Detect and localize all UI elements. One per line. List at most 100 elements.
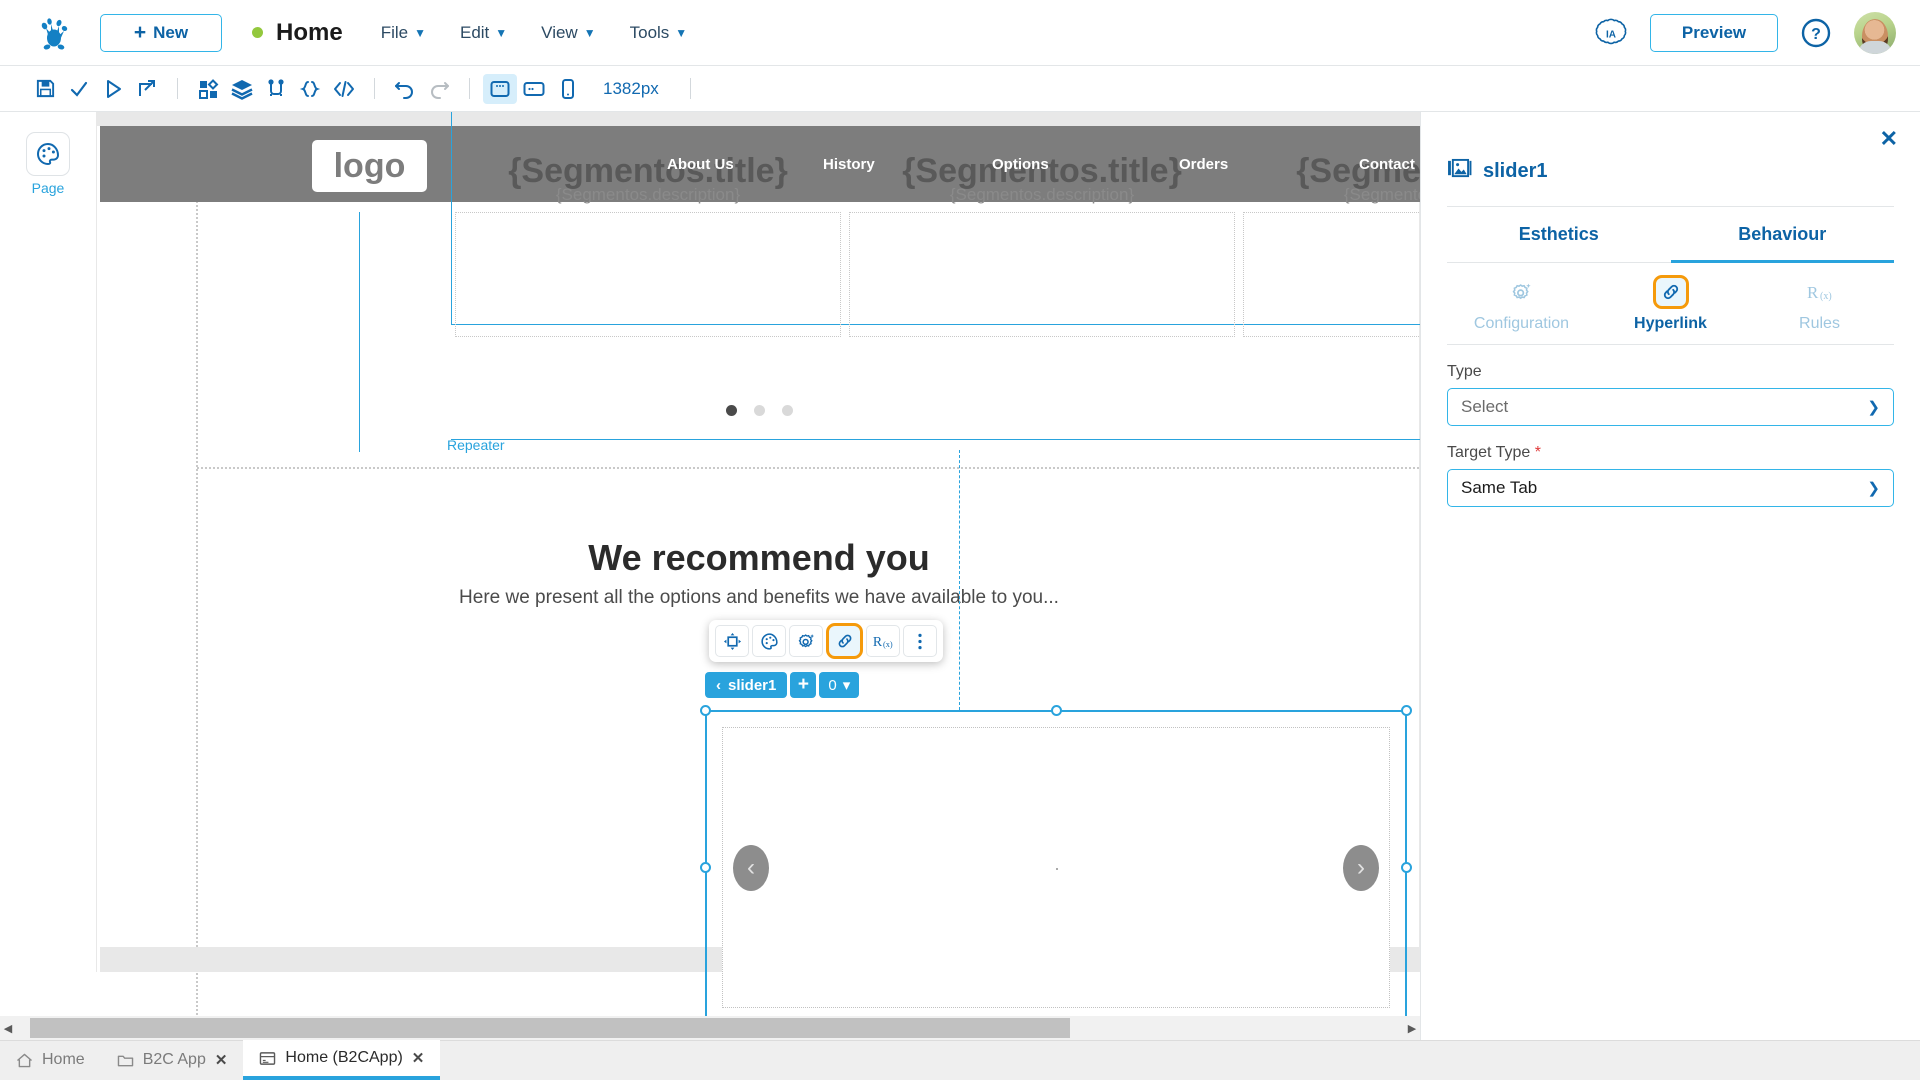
element-badge-label: slider1 (728, 676, 777, 694)
components-icon[interactable] (191, 74, 225, 104)
resize-handle-ne[interactable] (1401, 705, 1412, 716)
subtab-configuration[interactable]: Configuration (1447, 263, 1596, 344)
element-badge-index-value: 0 (828, 676, 837, 694)
move-resize-icon[interactable] (715, 625, 749, 657)
more-vertical-icon[interactable] (903, 625, 937, 657)
mobile-icon[interactable] (551, 74, 585, 104)
check-icon[interactable] (62, 74, 96, 104)
canvas-horizontal-scrollbar[interactable]: ◀ ▶ (0, 1016, 1420, 1040)
section-dashed-separator (197, 467, 1420, 469)
scrollbar-track[interactable] (16, 1018, 1404, 1038)
chevron-left-icon[interactable]: ‹ (733, 844, 769, 891)
resize-handle-w[interactable] (700, 862, 711, 873)
chevron-right-icon[interactable]: › (1343, 844, 1379, 891)
element-badge-index-select[interactable]: 0 ▾ (819, 672, 860, 698)
field-target-type-text: Target Type (1447, 444, 1531, 461)
rules-rx-icon[interactable]: R (x) (866, 625, 900, 657)
carousel-dot[interactable] (781, 405, 793, 416)
segment-description: {Segmentos.description} (949, 185, 1135, 204)
segment-cell[interactable]: {Segmentos.title} {Segmentos.description… (849, 152, 1235, 337)
close-icon[interactable]: ✕ (1880, 128, 1898, 150)
element-floating-toolbar: R (x) (709, 620, 943, 662)
toolbar-divider (374, 78, 375, 99)
layers-icon[interactable] (225, 74, 259, 104)
preview-button[interactable]: Preview (1650, 13, 1778, 52)
tablet-icon[interactable] (517, 74, 551, 104)
close-icon[interactable]: ✕ (215, 1051, 228, 1069)
hyperlink-icon[interactable] (826, 623, 863, 659)
avatar[interactable] (1854, 11, 1896, 54)
bottom-tab-b2c-app-label: B2C App (142, 1051, 206, 1068)
chevron-down-icon: ❯ (1867, 480, 1880, 497)
run-icon[interactable] (96, 74, 130, 104)
plus-icon: + (133, 21, 147, 44)
type-select-value: Select (1461, 397, 1509, 416)
recommend-title: We recommend you (588, 537, 930, 578)
section-divider (451, 439, 1420, 440)
bottom-tab-b2c-app[interactable]: B2C App ✕ (101, 1040, 244, 1080)
design-canvas[interactable]: logo About Us History Options Orders Con… (96, 112, 1420, 1016)
menu-tools-label: Tools (629, 22, 670, 42)
scroll-left-arrow[interactable]: ◀ (0, 1022, 16, 1035)
recommend-subtitle: Here we present all the options and bene… (459, 587, 1059, 608)
save-icon[interactable] (28, 74, 62, 104)
segment-cell[interactable]: {Segmentos.title} {Segmentos.description… (455, 152, 841, 337)
resize-handle-e[interactable] (1401, 862, 1412, 873)
nav-link-options[interactable]: Options (992, 156, 1049, 173)
field-type: Type Select ❯ (1447, 363, 1894, 426)
element-badge-name[interactable]: ‹ slider1 (705, 672, 788, 698)
flow-icon[interactable] (259, 74, 293, 104)
segment-description: {Segmentos.description} (555, 185, 741, 204)
desktop-icon[interactable] (483, 73, 517, 104)
subtab-hyperlink[interactable]: Hyperlink (1596, 263, 1745, 344)
nav-link-orders[interactable]: Orders (1179, 156, 1228, 173)
subtab-hyperlink-label: Hyperlink (1634, 315, 1707, 332)
zoom-level-label[interactable]: 1382px (603, 79, 659, 99)
nav-link-history[interactable]: History (823, 156, 875, 173)
deploy-icon[interactable] (130, 74, 164, 104)
panel-element-name: slider1 (1483, 159, 1548, 182)
settings-icon[interactable] (789, 625, 823, 657)
link-icon (1652, 275, 1689, 309)
bottom-tab-home[interactable]: Home (0, 1040, 101, 1080)
element-badge-add-button[interactable]: + (790, 672, 817, 698)
resize-handle-nw[interactable] (700, 705, 711, 716)
code-icon[interactable] (327, 74, 361, 104)
nav-link-contact[interactable]: Contact (1359, 156, 1415, 173)
bottom-tab-bar: Home B2C App ✕ Home (B2CApp) ✕ (0, 1040, 1920, 1080)
close-icon[interactable]: ✕ (412, 1049, 425, 1067)
menu-edit[interactable]: Edit ▼ (460, 23, 507, 43)
menu-view[interactable]: View ▼ (541, 23, 595, 43)
carousel-dot[interactable] (725, 405, 737, 416)
canvas-guide-vertical (959, 450, 960, 710)
braces-icon[interactable] (293, 74, 327, 104)
undo-icon[interactable] (388, 74, 422, 104)
menu-tools[interactable]: Tools ▼ (630, 23, 688, 43)
canvas-guide-vertical-top (359, 212, 360, 452)
resize-handle-n[interactable] (1050, 705, 1062, 716)
subtab-rules[interactable]: R (x) Rules (1745, 263, 1894, 344)
ia-badge-icon[interactable]: IA (1594, 16, 1628, 50)
scroll-right-arrow[interactable]: ▶ (1404, 1022, 1420, 1035)
tab-esthetics[interactable]: Esthetics (1447, 207, 1671, 263)
type-select[interactable]: Select ❯ (1447, 388, 1894, 426)
target-type-select[interactable]: Same Tab ❯ (1447, 469, 1894, 507)
new-button[interactable]: + New (100, 13, 222, 52)
top-header-bar: + New Home File ▼ Edit ▼ View ▼ Tools ▼ (0, 0, 1920, 66)
frog-logo-icon[interactable] (34, 13, 74, 53)
nav-link-about-us[interactable]: About Us (667, 156, 734, 173)
subtab-rules-label: Rules (1799, 315, 1840, 332)
slider-element-selected[interactable]: ‹ › (700, 705, 1412, 1016)
sidebar-item-page[interactable]: Page (0, 132, 96, 196)
redo-icon[interactable] (422, 74, 456, 104)
scrollbar-thumb[interactable] (30, 1018, 1070, 1038)
palette-icon[interactable] (752, 625, 786, 657)
chevron-left-icon: ‹ (716, 676, 721, 694)
question-circle-icon[interactable]: ? (1800, 17, 1832, 49)
tab-behaviour[interactable]: Behaviour (1670, 207, 1894, 263)
segment-cell[interactable]: {Segmentos.title} {Segmentos.description… (1243, 152, 1420, 337)
svg-text:R: R (873, 634, 883, 649)
menu-file[interactable]: File ▼ (381, 23, 426, 43)
carousel-dot[interactable] (753, 405, 765, 416)
bottom-tab-home-b2capp[interactable]: Home (B2CApp) ✕ (243, 1040, 441, 1080)
